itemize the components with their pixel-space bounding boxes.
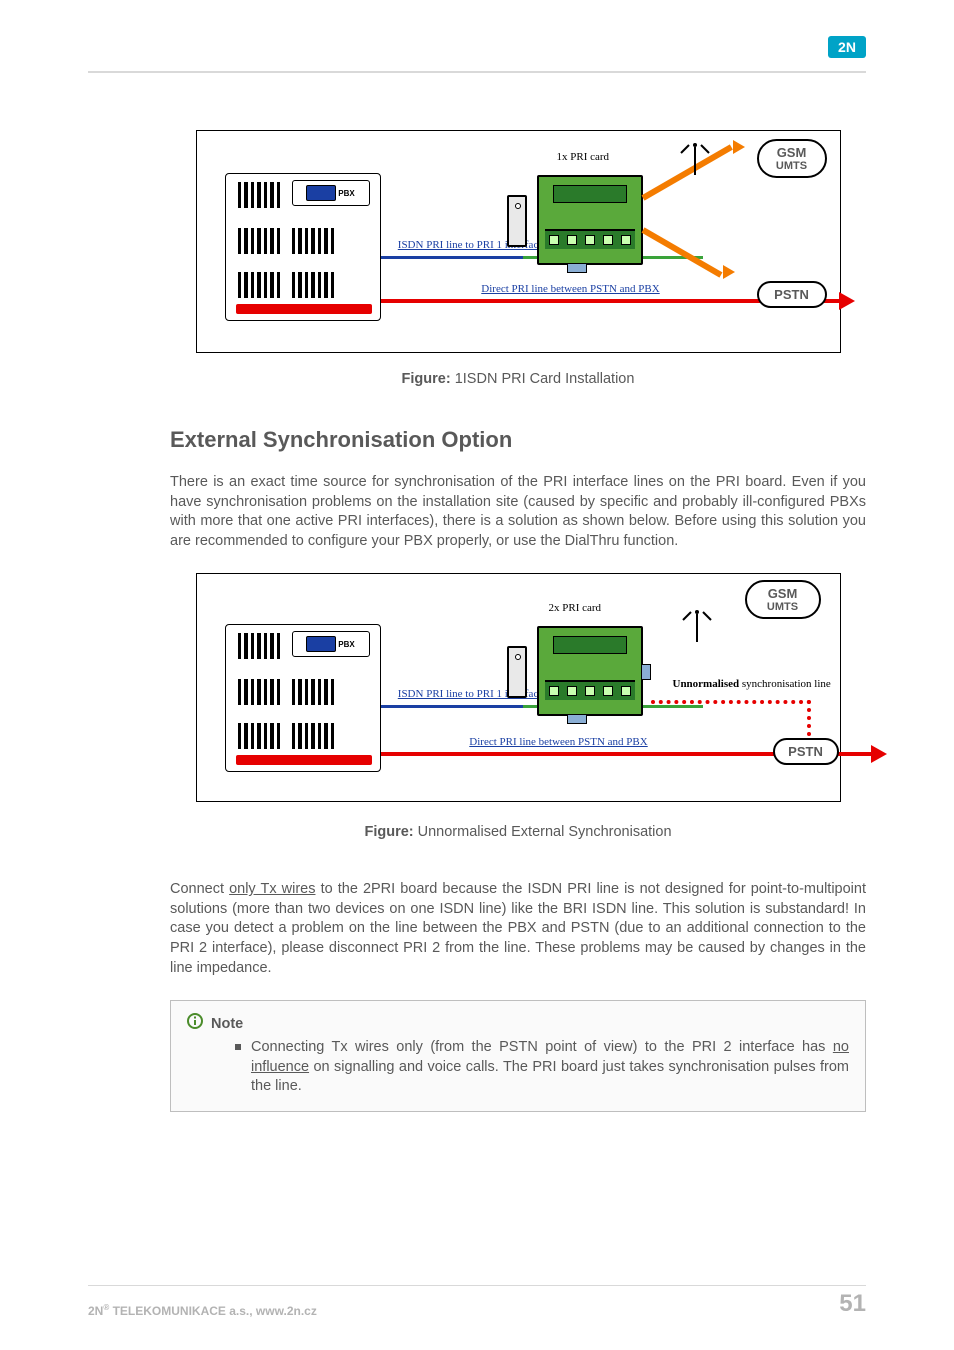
note-bullet-icon — [235, 1044, 241, 1050]
figure-2-caption-bold: Figure: — [364, 824, 413, 840]
cloud-pstn: PSTN — [757, 281, 827, 308]
cloud-pstn-2: PSTN — [773, 738, 839, 765]
pbx-label: PBX — [338, 189, 354, 198]
note-title: Note — [211, 1016, 243, 1032]
note-box: Note Connecting Tx wires only (from the … — [170, 1000, 866, 1112]
header-divider — [88, 71, 866, 73]
pbx-device-icon: PBX — [292, 180, 370, 206]
cloud-gsm-top-2: GSM — [768, 586, 798, 601]
footer-company-post: TELEKOMUNIKACE a.s., www.2n.cz — [109, 1304, 317, 1318]
info-icon — [187, 1013, 203, 1034]
pbx-label-2: PBX — [338, 640, 354, 649]
note-body: Connecting Tx wires only (from the PSTN … — [187, 1038, 849, 1097]
antenna-icon — [675, 135, 715, 179]
page-number: 51 — [839, 1290, 866, 1318]
pbx-block: PBX — [225, 173, 381, 321]
antenna-icon-2 — [677, 604, 717, 648]
isdn-line-2 — [381, 705, 523, 708]
isdn-label: ISDN PRI line to PRI 1 interface — [381, 239, 561, 251]
brand-logo: 2N — [828, 36, 866, 58]
direct-line-arrow-2 — [871, 745, 887, 763]
cloud-gsm-sub-2: UMTS — [757, 601, 809, 613]
pri-card-icon-2 — [537, 626, 643, 716]
pri-device-icon — [507, 195, 527, 247]
sync-line-h — [651, 700, 811, 704]
figure-2-caption: Figure: Unnormalised External Synchronis… — [170, 824, 866, 840]
isdn-line — [381, 256, 523, 259]
figure-1: PBX ISDN PRI line to PRI 1 interface Dir… — [196, 130, 841, 353]
brand-text: 2N — [838, 39, 856, 55]
pri-card-icon — [537, 175, 643, 265]
direct-label: Direct PRI line between PSTN and PBX — [461, 283, 681, 295]
cloud-gsm-sub: UMTS — [769, 160, 815, 172]
pri-card-label-2: 2x PRI card — [549, 602, 602, 614]
section-para-2: Connect only Tx wires to the 2PRI board … — [170, 880, 866, 978]
figure-1-caption: Figure: 1ISDN PRI Card Installation — [170, 371, 866, 387]
cloud-pstn-text-2: PSTN — [788, 744, 823, 759]
footer: 2N® TELEKOMUNIKACE a.s., www.2n.cz 51 — [88, 1290, 866, 1318]
direct-line-arrow — [839, 292, 855, 310]
pbx-block-2: PBX — [225, 624, 381, 772]
section-heading: External Synchronisation Option — [170, 427, 866, 453]
section-para-1: There is an exact time source for synchr… — [170, 473, 866, 551]
cloud-gsm-top: GSM — [777, 145, 807, 160]
figure-2-caption-rest: Unnormalised External Synchronisation — [414, 824, 672, 840]
note-header: Note — [187, 1013, 849, 1034]
sync-label: Unnormalised synchronisation line — [673, 678, 831, 690]
figure-1-caption-rest: 1ISDN PRI Card Installation — [451, 371, 635, 387]
arrow-tip-pstn — [723, 265, 735, 279]
pri-device-icon-2 — [507, 646, 527, 698]
footer-company: 2N® TELEKOMUNIKACE a.s., www.2n.cz — [88, 1303, 317, 1318]
pri-port-2 — [641, 664, 651, 680]
figure-2: PBX ISDN PRI line to PRI 1 interface Dir… — [196, 573, 841, 802]
para2-underline: only Tx wires — [229, 881, 315, 897]
footer-company-pre: 2N — [88, 1304, 103, 1318]
cloud-gsm-2: GSM UMTS — [745, 580, 821, 619]
figure-1-caption-bold: Figure: — [402, 371, 451, 387]
figure-1-wrap: PBX ISDN PRI line to PRI 1 interface Dir… — [170, 130, 866, 387]
pri-card-label: 1x PRI card — [557, 151, 610, 163]
page-content: PBX ISDN PRI line to PRI 1 interface Dir… — [170, 130, 866, 1112]
para2-pre: Connect — [170, 881, 229, 897]
direct-label-2: Direct PRI line between PSTN and PBX — [449, 736, 669, 748]
arrow-to-pstn — [641, 227, 722, 277]
note-body-post: on signalling and voice calls. The PRI b… — [251, 1059, 849, 1095]
figure-2-wrap: PBX ISDN PRI line to PRI 1 interface Dir… — [170, 573, 866, 840]
arrow-tip-gsm — [733, 140, 745, 154]
cloud-gsm: GSM UMTS — [757, 139, 827, 178]
footer-divider — [88, 1285, 866, 1286]
pbx-device-icon-2: PBX — [292, 631, 370, 657]
sync-label-bold: Unnormalised — [673, 678, 740, 690]
sync-label-rest: synchronisation line — [739, 678, 831, 690]
note-body-pre: Connecting Tx wires only (from the PSTN … — [251, 1039, 833, 1055]
isdn-label-2: ISDN PRI line to PRI 1 interface — [381, 688, 561, 700]
cloud-pstn-text: PSTN — [774, 287, 809, 302]
